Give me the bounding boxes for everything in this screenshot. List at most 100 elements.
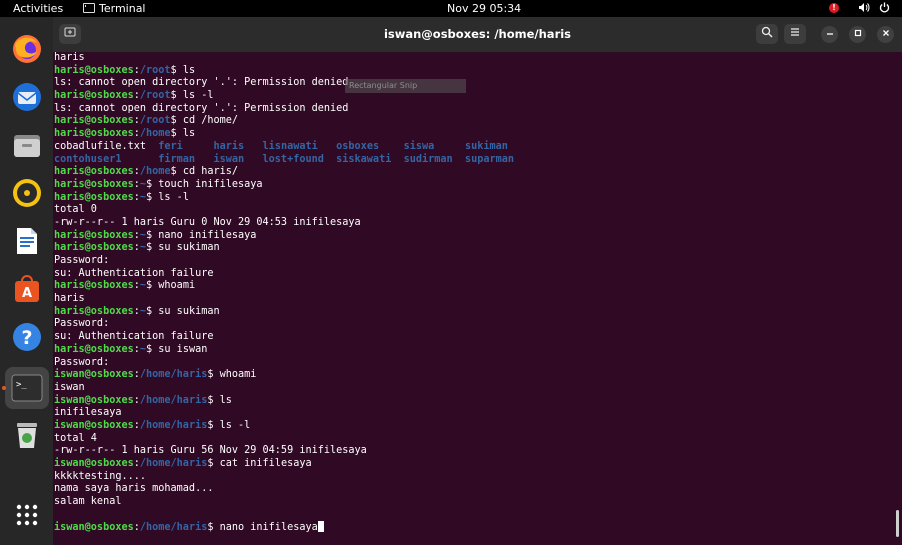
- prompt-user: haris@osboxes: [54, 343, 134, 355]
- terminal-line: haris@osboxes:~$ ls -l: [54, 192, 894, 205]
- clock[interactable]: Nov 29 05:34: [447, 2, 521, 15]
- terminal-line: haris@osboxes:/home$ cd haris/: [54, 166, 894, 179]
- rhythmbox-icon[interactable]: [9, 175, 45, 211]
- terminal-app-icon: [83, 3, 95, 13]
- terminal-text: ls: cannot open directory '.': Permissio…: [54, 77, 349, 89]
- app-menu-label: Terminal: [99, 2, 146, 15]
- close-button[interactable]: [877, 26, 894, 43]
- terminal-text: total 4: [54, 432, 97, 444]
- terminal-text: total 0: [54, 204, 97, 216]
- terminal-text: $ nano inifilesaya: [146, 229, 257, 241]
- terminal-text: $ cat inifilesaya: [207, 458, 312, 469]
- prompt-user: iswan@osboxes: [54, 522, 134, 534]
- menu-button[interactable]: [784, 24, 806, 44]
- prompt-user: iswan@osboxes: [54, 394, 134, 406]
- terminal-window: iswan@osboxes: /home/haris haris haris@os…: [53, 17, 902, 545]
- terminal-line: haris@osboxes:/root$ cd /home/: [54, 115, 894, 128]
- terminal-line: haris@osboxes:/home$ ls: [54, 128, 894, 141]
- maximize-button[interactable]: [849, 26, 866, 43]
- terminal-text: ls: cannot open directory '.': Permissio…: [54, 102, 349, 114]
- terminal-text: $ su sukiman: [146, 242, 220, 254]
- scrollbar[interactable]: [896, 510, 899, 537]
- thunderbird-icon[interactable]: [9, 79, 45, 115]
- search-button[interactable]: [756, 24, 778, 44]
- terminal-line: iswan@osboxes:/home/haris$ cat inifilesa…: [54, 458, 894, 471]
- terminal-text: $ whoami: [146, 280, 196, 292]
- terminal-icon[interactable]: >_: [5, 367, 49, 409]
- terminal-line: haris@osboxes:~$ nano inifilesaya: [54, 230, 894, 243]
- terminal-line: su: Authentication failure: [54, 268, 894, 281]
- terminal-line: haris@osboxes:/root$ ls -l: [54, 90, 894, 103]
- directory-listing: contohuser1 firman iswan lost+found sisk…: [54, 153, 515, 165]
- prompt-path: /root: [139, 90, 171, 102]
- volume-icon[interactable]: [858, 2, 870, 16]
- terminal-line: haris@osboxes:~$ su sukiman: [54, 242, 894, 255]
- running-indicator: [2, 386, 6, 390]
- prompt-user: haris@osboxes: [54, 305, 134, 317]
- terminal-line: cobadlufile.txt feri haris lisnawati osb…: [54, 141, 894, 154]
- minimize-button[interactable]: [821, 26, 838, 43]
- firefox-icon[interactable]: [9, 31, 45, 67]
- prompt-path: /root: [139, 64, 171, 76]
- terminal-text: Password:: [54, 255, 110, 266]
- terminal-line: iswan@osboxes:/home/haris$ ls: [54, 395, 894, 408]
- terminal-line: haris@osboxes:~$ su iswan: [54, 344, 894, 357]
- terminal-line: iswan@osboxes:/home/haris$ ls -l: [54, 420, 894, 433]
- terminal-line: Password:: [54, 357, 894, 370]
- terminal-output[interactable]: haris haris@osboxes:/root$ ls ls: cannot o…: [53, 52, 894, 545]
- prompt-path: /home/haris: [139, 419, 208, 431]
- terminal-text: inifilesaya: [54, 407, 122, 419]
- power-icon[interactable]: [879, 2, 890, 16]
- show-applications-icon[interactable]: [9, 497, 45, 533]
- terminal-text: -rw-r--r-- 1 haris Guru 56 Nov 29 04:59 …: [54, 445, 367, 457]
- trash-icon[interactable]: [9, 417, 45, 453]
- terminal-line: -rw-r--r-- 1 haris Guru 56 Nov 29 04:59 …: [54, 445, 894, 458]
- ubuntu-software-icon[interactable]: A: [9, 271, 45, 307]
- terminal-text: $ ls -l: [207, 419, 251, 431]
- prompt-user: iswan@osboxes: [54, 369, 134, 381]
- prompt-user: iswan@osboxes: [54, 419, 134, 431]
- prompt-path: /home/haris: [139, 394, 208, 406]
- prompt-user: haris@osboxes: [54, 166, 134, 178]
- terminal-line: Password:: [54, 255, 894, 268]
- terminal-line: iswan@osboxes:/home/haris$ nano inifiles…: [54, 521, 894, 534]
- libreoffice-writer-icon[interactable]: [9, 223, 45, 259]
- rectangular-snip-overlay: Rectangular Snip: [345, 79, 466, 93]
- terminal-text: $ ls -l: [146, 191, 189, 203]
- prompt-path: /home: [139, 166, 171, 178]
- terminal-text: $ su sukiman: [146, 305, 220, 317]
- terminal-text: Password:: [54, 356, 110, 368]
- activities-button[interactable]: Activities: [13, 2, 63, 15]
- hamburger-icon: [791, 28, 799, 36]
- maximize-icon: [854, 29, 861, 37]
- prompt-user: haris@osboxes: [54, 64, 134, 76]
- terminal-line: inifilesaya: [54, 407, 894, 420]
- minimize-icon: [826, 33, 833, 35]
- terminal-text: $ ls: [170, 64, 196, 76]
- terminal-text: Password:: [54, 318, 110, 330]
- prompt-path: /home/haris: [139, 458, 208, 469]
- prompt-path: /root: [139, 115, 171, 127]
- terminal-text: $ ls -l: [170, 90, 214, 102]
- directory-listing: feri haris lisnawati osboxes siswa sukim…: [158, 140, 508, 152]
- terminal-line: nama saya haris mohamad...: [54, 483, 894, 496]
- terminal-text: $ ls: [207, 394, 232, 406]
- terminal-text: kkkktesting....: [54, 470, 147, 482]
- terminal-text: nama saya haris mohamad...: [54, 483, 214, 495]
- terminal-text: cobadlufile.txt: [54, 140, 159, 152]
- files-icon[interactable]: [9, 127, 45, 163]
- title-bar[interactable]: iswan@osboxes: /home/haris: [53, 17, 902, 52]
- notification-alert-icon[interactable]: !: [829, 3, 839, 13]
- terminal-line: haris@osboxes:~$ su sukiman: [54, 306, 894, 319]
- prompt-user: haris@osboxes: [54, 178, 134, 190]
- terminal-line: total 0: [54, 204, 894, 217]
- prompt-user: haris@osboxes: [54, 191, 134, 203]
- prompt-user: haris@osboxes: [54, 128, 134, 140]
- help-icon[interactable]: ?: [9, 319, 45, 355]
- terminal-line: Password:: [54, 318, 894, 331]
- terminal-line: total 4: [54, 433, 894, 446]
- app-menu[interactable]: Terminal: [83, 2, 146, 15]
- prompt-user: haris@osboxes: [54, 242, 134, 254]
- terminal-text: su: Authentication failure: [54, 331, 214, 343]
- text-cursor: [317, 521, 324, 533]
